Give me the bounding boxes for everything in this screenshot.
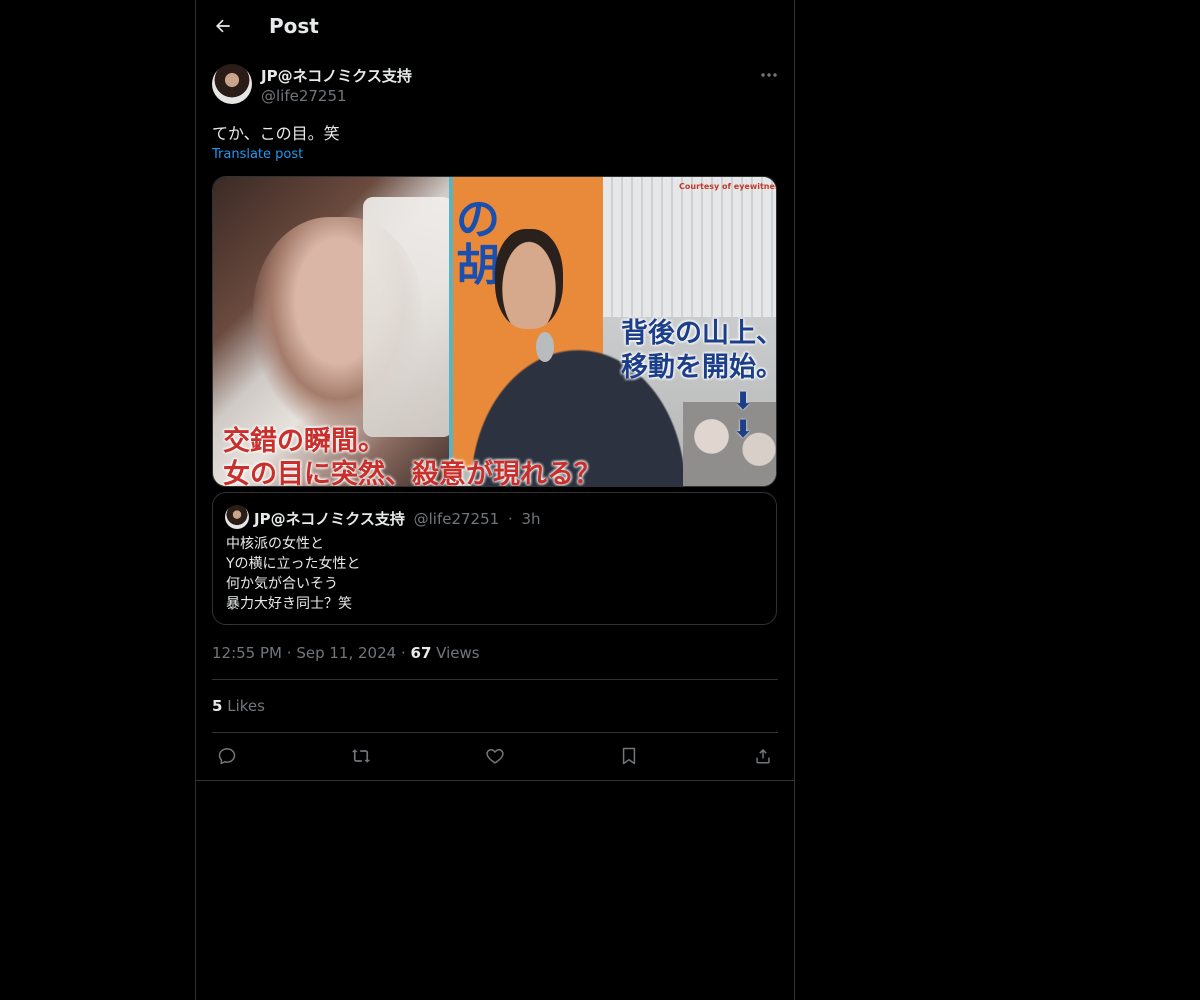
post-media-image[interactable]: の胡 Courtesy of eyewitness 背後の山上、 移動を開始。 … <box>212 176 777 487</box>
media-speaker-head <box>495 229 563 329</box>
likes-count: 5 <box>212 697 223 715</box>
quote-text-line: Yの横に立った女性と <box>226 556 361 572</box>
media-banner-text: の胡 <box>456 194 500 291</box>
media-caption-left-line: 女の目に突然、殺意が現れる？ <box>223 459 601 487</box>
post-date[interactable]: Sep 11, 2024 <box>296 644 396 662</box>
divider <box>196 780 794 781</box>
action-bar <box>212 741 778 771</box>
quote-text-line: 何か気が合いそう <box>226 576 338 592</box>
post-meta: 12:55 PM · Sep 11, 2024 · 67 Views <box>212 644 480 662</box>
post-time[interactable]: 12:55 PM <box>212 644 282 662</box>
post-header: Post <box>196 0 794 54</box>
meta-dot: · <box>286 644 292 662</box>
bookmark-button[interactable] <box>614 741 644 771</box>
media-caption-right: 背後の山上、 移動を開始。 <box>621 317 777 385</box>
divider <box>212 732 778 733</box>
media-mask <box>363 197 453 437</box>
page-title: Post <box>269 14 319 38</box>
media-arrows: ⬇ ⬇ <box>733 387 754 443</box>
views-count: 67 <box>410 644 432 662</box>
quote-author-name: JP@ネコノミクス支持 <box>254 510 405 528</box>
media-caption-left-line: 交錯の瞬間。 <box>223 426 385 457</box>
reply-button[interactable] <box>212 741 242 771</box>
quote-author-handle: @life27251 <box>413 510 500 528</box>
author-name[interactable]: JP@ネコノミクス支持 <box>261 65 412 86</box>
media-courtesy-text: Courtesy of eyewitness <box>679 182 777 191</box>
share-icon <box>753 746 773 766</box>
repost-button[interactable] <box>346 741 376 771</box>
media-caption-left: 交錯の瞬間。 女の目に突然、殺意が現れる？ <box>223 425 601 487</box>
quote-time: 3h <box>521 510 541 528</box>
likes-link[interactable]: 5 Likes <box>212 697 265 715</box>
quote-avatar <box>225 505 249 529</box>
media-caption-right-line: 移動を開始。 <box>621 352 777 383</box>
quote-text-line: 中核派の女性と <box>226 536 324 552</box>
quote-text: 中核派の女性と Yの横に立った女性と 何か気が合いそう 暴力大好き同士？笑 <box>226 534 361 614</box>
bookmark-icon <box>619 746 639 766</box>
reply-icon <box>217 746 237 766</box>
author-handle[interactable]: @life27251 <box>261 87 347 105</box>
quoted-post[interactable]: JP@ネコノミクス支持 @life27251 · 3h 中核派の女性と Yの横に… <box>212 492 777 625</box>
divider <box>212 679 778 680</box>
meta-dot: · <box>400 644 406 662</box>
back-button[interactable] <box>208 11 238 41</box>
quote-dot: · <box>507 510 513 528</box>
translate-post-link[interactable]: Translate post <box>212 147 303 162</box>
more-horizontal-icon <box>760 72 778 78</box>
media-building <box>603 177 776 317</box>
media-microphone <box>536 332 554 362</box>
quote-header: JP@ネコノミクス支持 @life27251 · 3h <box>254 508 541 529</box>
arrow-left-icon <box>213 16 233 36</box>
heart-icon <box>485 746 505 766</box>
avatar[interactable] <box>212 64 252 104</box>
more-button[interactable] <box>756 64 782 86</box>
repost-icon <box>350 746 372 766</box>
likes-label: Likes <box>227 697 265 715</box>
quote-text-line: 暴力大好き同士？笑 <box>226 596 352 612</box>
share-button[interactable] <box>748 741 778 771</box>
views-label: Views <box>436 644 480 662</box>
post-column: Post JP@ネコノミクス支持 @life27251 てか、この目。笑 Tra… <box>195 0 795 1000</box>
media-caption-right-line: 背後の山上、 <box>621 318 777 349</box>
post-text: てか、この目。笑 <box>212 124 340 143</box>
like-button[interactable] <box>480 741 510 771</box>
